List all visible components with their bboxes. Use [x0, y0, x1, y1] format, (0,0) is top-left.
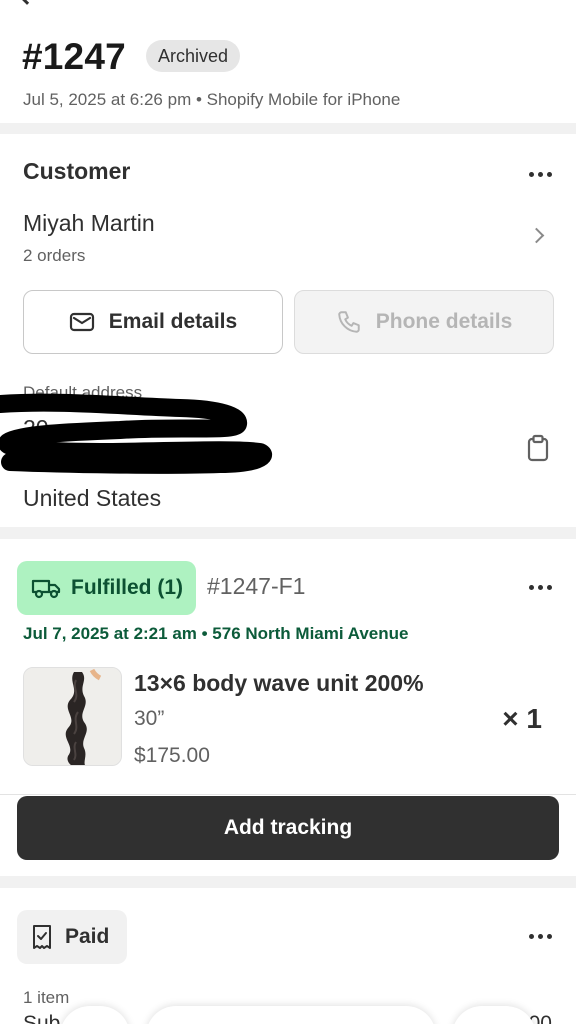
- product-title: 13×6 body wave unit 200%: [134, 670, 424, 696]
- payment-card: Paid 1 item Sub .00: [0, 888, 576, 1024]
- phone-details-button[interactable]: Phone details: [294, 290, 554, 354]
- add-tracking-button[interactable]: Add tracking: [17, 796, 559, 860]
- order-header: #1247 Archived Jul 5, 2025 at 6:26 pm • …: [0, 0, 576, 123]
- fulfilled-badge: Fulfilled (1): [17, 561, 196, 615]
- phone-details-label: Phone details: [375, 310, 513, 333]
- email-details-button[interactable]: Email details: [23, 290, 283, 354]
- fulfilled-label: Fulfilled (1): [71, 576, 183, 599]
- customer-orders: 2 orders: [23, 246, 86, 265]
- status-badge: Archived: [146, 40, 241, 72]
- back-chevron-icon[interactable]: [17, 0, 37, 5]
- payment-more-icon[interactable]: [529, 934, 552, 939]
- bottom-bar-center-button[interactable]: [146, 1006, 436, 1024]
- envelope-icon: [69, 312, 94, 332]
- bottom-bar-right-button[interactable]: [452, 1006, 536, 1024]
- divider: [0, 794, 576, 795]
- paid-badge: Paid: [17, 910, 127, 964]
- product-quantity: × 1: [502, 703, 542, 734]
- fulfillment-id: #1247-F1: [207, 573, 306, 599]
- subtotal-label: Sub: [23, 1012, 61, 1024]
- copy-address-icon[interactable]: [526, 434, 550, 462]
- customer-section-title: Customer: [23, 158, 131, 184]
- bottom-bar-left-button[interactable]: [60, 1006, 130, 1024]
- order-number: #1247: [22, 36, 126, 77]
- bottom-action-bar: [60, 1006, 536, 1024]
- chevron-right-icon: [528, 227, 545, 244]
- product-price: $175.00: [134, 744, 210, 767]
- product-variant: 30”: [134, 707, 165, 730]
- product-image: [23, 667, 122, 766]
- truck-icon: [31, 579, 61, 599]
- address-redaction: [0, 393, 272, 474]
- fulfillment-more-icon[interactable]: [529, 585, 552, 590]
- item-count: 1 item: [23, 988, 70, 1007]
- email-details-label: Email details: [108, 310, 238, 333]
- paid-label: Paid: [65, 925, 110, 948]
- fulfillment-meta: Jul 7, 2025 at 2:21 am • 576 North Miami…: [23, 624, 409, 643]
- customer-name: Miyah Martin: [23, 210, 155, 236]
- address-country: United States: [23, 485, 162, 511]
- order-meta: Jul 5, 2025 at 6:26 pm • Shopify Mobile …: [23, 90, 401, 109]
- fulfillment-card: Fulfilled (1) #1247-F1 Jul 7, 2025 at 2:…: [0, 539, 576, 876]
- customer-more-icon[interactable]: [529, 172, 552, 177]
- phone-icon: [338, 311, 360, 333]
- receipt-check-icon: [33, 925, 51, 949]
